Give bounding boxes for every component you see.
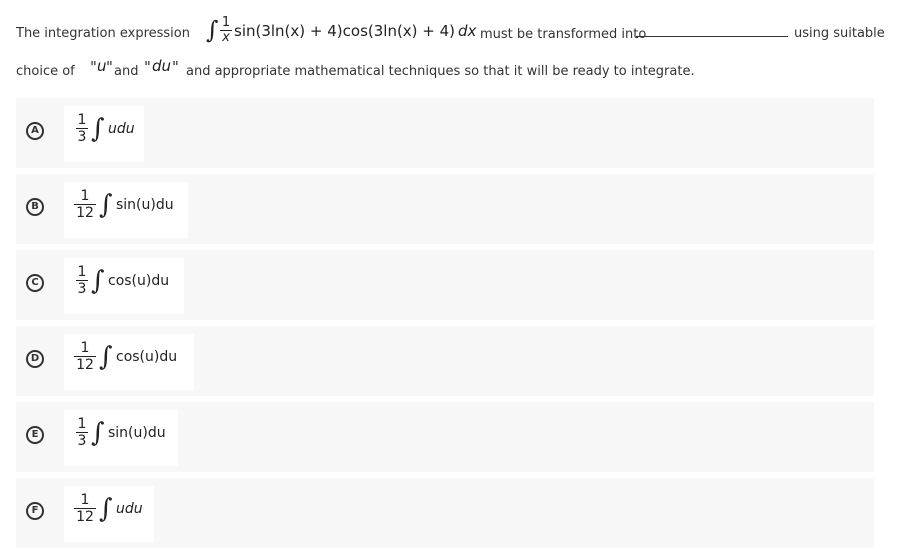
fraction-denominator: 12	[76, 357, 94, 373]
fraction-denominator: 3	[77, 129, 87, 145]
option-expression-box: 1 3 ∫ udu	[64, 106, 144, 162]
question-line-1: The integration expression ∫ 1 x sin(3ln…	[16, 14, 886, 54]
option-fraction: 1 12	[74, 340, 96, 373]
question-line-2: choice of " u " and " du " and appropria…	[16, 57, 886, 84]
option-expression: sin(u)du	[108, 425, 166, 441]
fraction-denominator: 3	[77, 281, 87, 297]
line2-end: and appropriate mathematical techniques …	[186, 64, 695, 79]
answer-blank	[636, 36, 788, 37]
option-e[interactable]: E 1 3 ∫ sin(u)du	[16, 402, 874, 472]
option-d[interactable]: D 1 12 ∫ cos(u)du	[16, 326, 874, 396]
line2-start: choice of	[16, 64, 75, 79]
quote-close-u: "	[106, 58, 113, 76]
integral-symbol: ∫	[91, 418, 105, 448]
integral-symbol: ∫	[91, 114, 105, 144]
integrand-fraction: 1 x	[220, 16, 232, 45]
option-expression: udu	[116, 501, 143, 517]
option-fraction: 1 12	[74, 188, 96, 221]
integrand-expression: sin(3ln(x) + 4)cos(3ln(x) + 4)	[234, 22, 456, 40]
option-fraction: 1 3	[76, 264, 88, 297]
option-a[interactable]: A 1 3 ∫ udu	[16, 98, 874, 168]
option-expression-box: 1 12 ∫ sin(u)du	[64, 182, 188, 238]
quote-open-du: "	[144, 58, 151, 76]
option-expression-box: 1 3 ∫ cos(u)du	[64, 258, 184, 314]
option-expression: udu	[108, 121, 135, 137]
option-letter-badge: D	[26, 350, 44, 368]
integral-symbol: ∫	[206, 16, 219, 44]
option-f[interactable]: F 1 12 ∫ udu	[16, 478, 874, 548]
option-c[interactable]: C 1 3 ∫ cos(u)du	[16, 250, 874, 320]
option-expression-box: 1 3 ∫ sin(u)du	[64, 410, 178, 466]
du-variable: du	[152, 57, 172, 75]
quote-open-u: "	[90, 58, 97, 76]
option-letter-badge: E	[26, 426, 44, 444]
integral-symbol: ∫	[99, 494, 113, 524]
question-middle: must be transformed into	[480, 27, 647, 42]
option-letter-badge: F	[26, 502, 44, 520]
fraction-denominator: 12	[76, 509, 94, 525]
option-expression-box: 1 12 ∫ udu	[64, 486, 154, 542]
fraction-denominator: 3	[77, 433, 87, 449]
fraction-numerator: 1	[80, 340, 90, 356]
option-expression: cos(u)du	[116, 349, 178, 365]
option-letter-badge: C	[26, 274, 44, 292]
differential: dx	[458, 22, 477, 40]
fraction-numerator: 1	[77, 112, 87, 128]
fraction-numerator: 1	[80, 188, 90, 204]
question-suffix: using suitable	[794, 26, 885, 41]
fraction-denominator: 12	[76, 205, 94, 221]
quote-close-du: "	[172, 58, 179, 76]
integral-symbol: ∫	[99, 342, 113, 372]
fraction-denominator: x	[222, 30, 230, 45]
option-fraction: 1 3	[76, 416, 88, 449]
option-fraction: 1 3	[76, 112, 88, 145]
and-word: and	[114, 64, 139, 79]
integral-symbol: ∫	[99, 190, 113, 220]
option-b[interactable]: B 1 12 ∫ sin(u)du	[16, 174, 874, 244]
option-expression: cos(u)du	[108, 273, 170, 289]
option-fraction: 1 12	[74, 492, 96, 525]
option-letter-badge: A	[26, 122, 44, 140]
question-prefix: The integration expression	[16, 26, 190, 41]
fraction-numerator: 1	[221, 15, 231, 30]
fraction-numerator: 1	[77, 416, 87, 432]
integral-symbol: ∫	[91, 266, 105, 296]
fraction-numerator: 1	[77, 264, 87, 280]
option-expression-box: 1 12 ∫ cos(u)du	[64, 334, 194, 390]
fraction-numerator: 1	[80, 492, 90, 508]
option-letter-badge: B	[26, 198, 44, 216]
option-expression: sin(u)du	[116, 197, 174, 213]
